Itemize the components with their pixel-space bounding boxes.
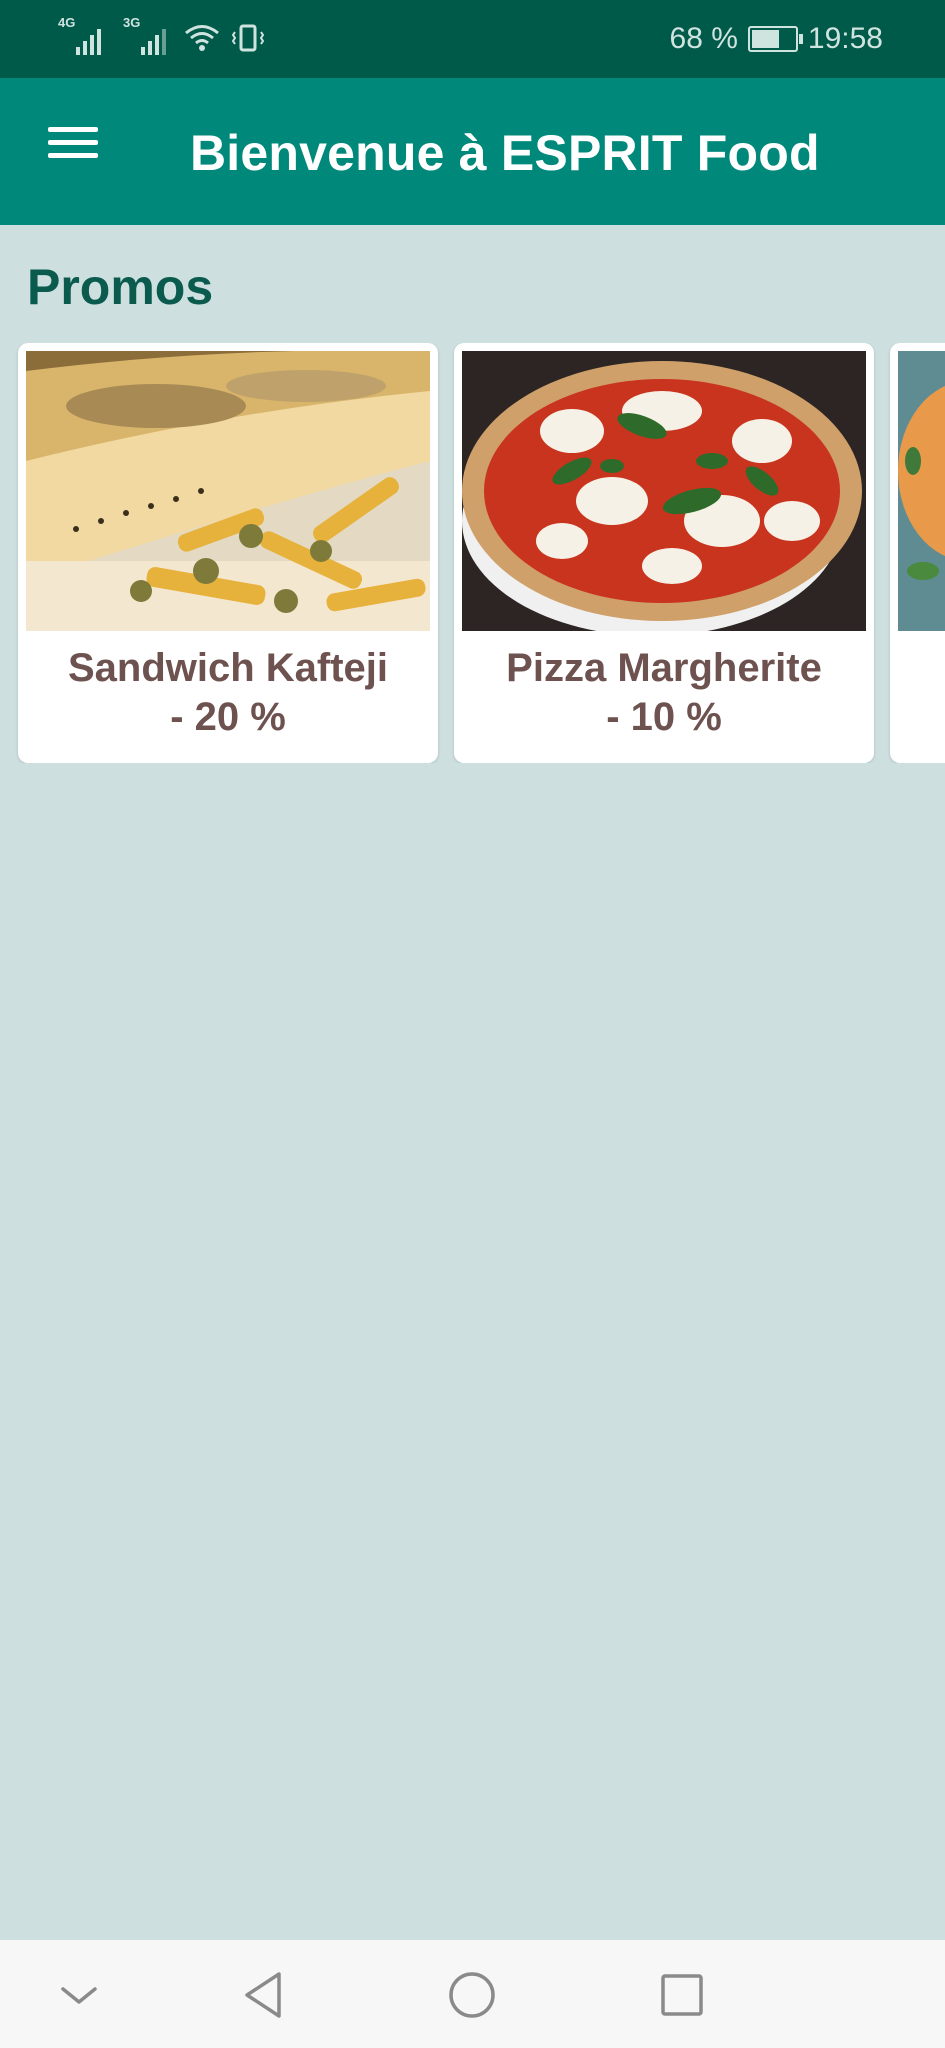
signal-4g-icon: 4G bbox=[58, 15, 101, 55]
recents-square-icon bbox=[661, 1974, 703, 2016]
promo-name: Sandwich Kafteji bbox=[67, 646, 389, 690]
home-button[interactable] bbox=[437, 1960, 507, 2030]
promo-discount: - 20 % bbox=[170, 695, 286, 739]
back-button[interactable] bbox=[228, 1960, 298, 2030]
system-nav-bar bbox=[0, 1940, 945, 2048]
promo-name: Pizza Margherite bbox=[506, 646, 822, 690]
vibrate-icon bbox=[231, 24, 265, 52]
menu-button[interactable] bbox=[40, 122, 108, 182]
promos-title: Promos bbox=[27, 259, 214, 315]
home-circle-icon bbox=[449, 1972, 495, 2018]
promo-card[interactable]: Sandwich Kafteji - 20 % bbox=[18, 343, 438, 763]
promos-carousel[interactable]: Sandwich Kafteji - 20 % Pizza Margherite… bbox=[0, 343, 945, 763]
sandwich-photo bbox=[26, 351, 430, 631]
clock: 19:58 bbox=[807, 22, 883, 55]
chevron-down-icon bbox=[61, 1987, 97, 2004]
battery-percent: 68 % bbox=[669, 22, 738, 55]
recents-button[interactable] bbox=[647, 1960, 717, 2030]
promo-card[interactable]: Pizza Margherite - 10 % bbox=[454, 343, 874, 763]
app-title: Bienvenue à ESPRIT Food bbox=[190, 125, 820, 181]
hide-nav-button[interactable] bbox=[44, 1960, 114, 2030]
battery-icon bbox=[747, 26, 803, 52]
melon-photo bbox=[898, 351, 945, 631]
app-bar: Bienvenue à ESPRIT Food bbox=[0, 78, 945, 225]
network-type-2: 3G bbox=[123, 15, 141, 30]
network-type-1: 4G bbox=[58, 15, 76, 30]
status-bar: 4G 3G 68 % 19:58 bbox=[0, 0, 945, 78]
promo-discount: - 10 % bbox=[606, 695, 722, 739]
status-icons-right: 68 % 19:58 bbox=[670, 18, 883, 60]
pizza-photo bbox=[462, 351, 866, 631]
back-triangle-icon bbox=[245, 1972, 281, 2018]
promo-card[interactable] bbox=[890, 343, 945, 763]
signal-3g-icon: 3G bbox=[123, 15, 166, 55]
wifi-icon bbox=[185, 25, 219, 51]
status-icons-left: 4G 3G bbox=[58, 15, 266, 58]
battery-level bbox=[751, 30, 780, 48]
